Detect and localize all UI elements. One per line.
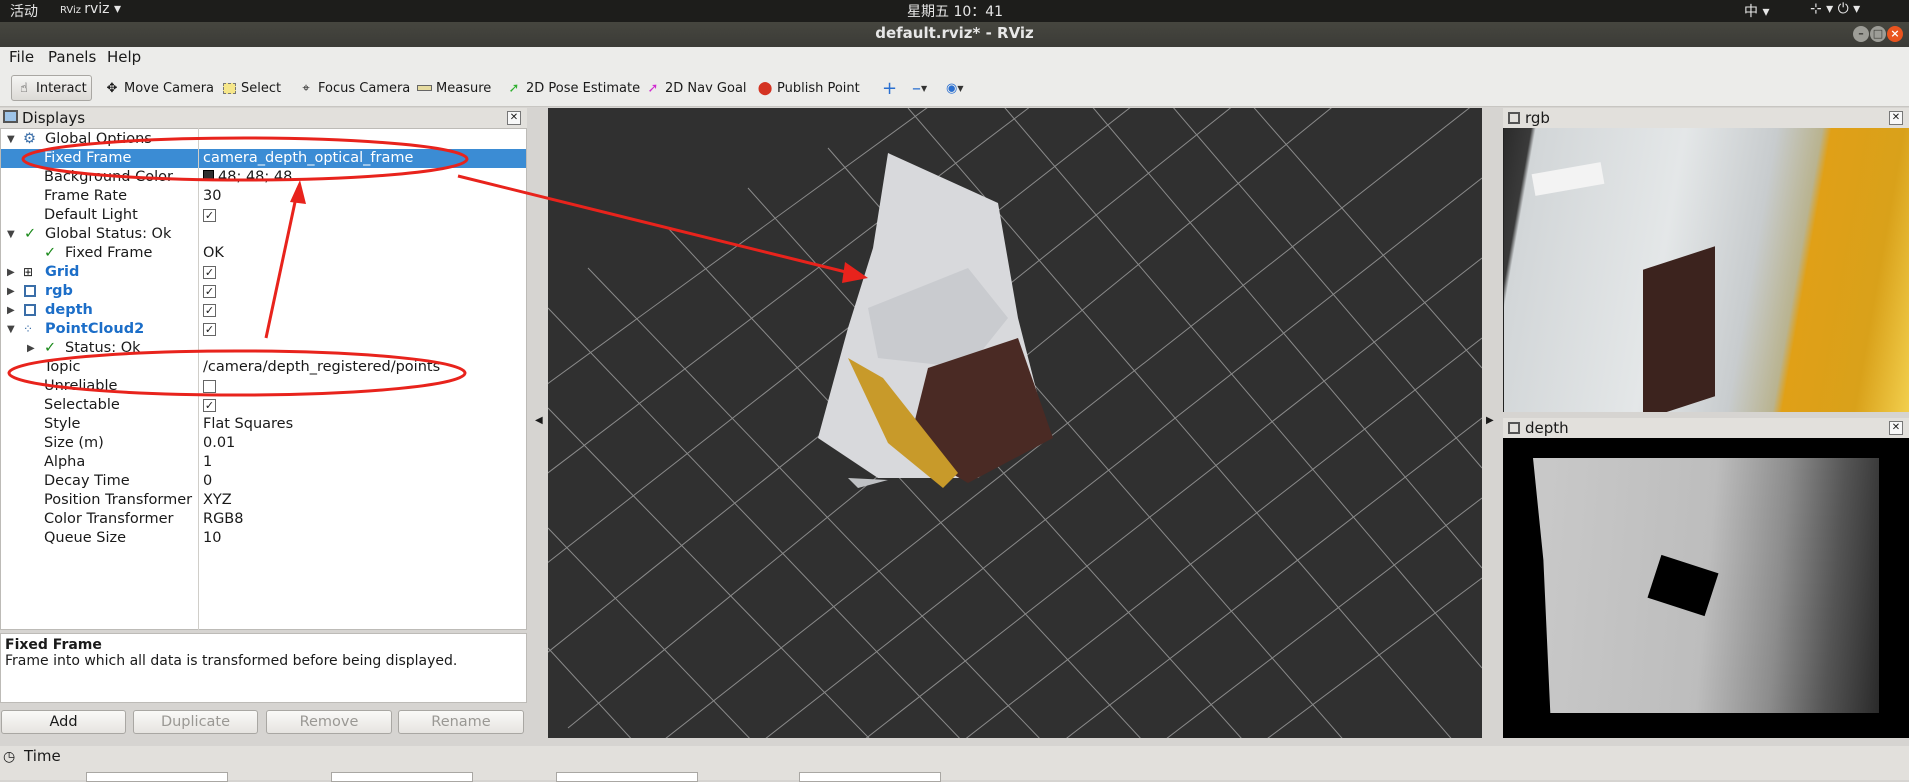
annotation-overlay [7,136,868,397]
annotation-ellipse-topic [7,349,467,397]
annotation-ellipse-fixed-frame [21,136,469,182]
annotation-arrow-to-view [457,174,863,278]
annotation-arrowhead-view [842,262,868,283]
annotation-arrowhead-up [290,180,306,204]
annotation-arrow-up [264,187,300,339]
